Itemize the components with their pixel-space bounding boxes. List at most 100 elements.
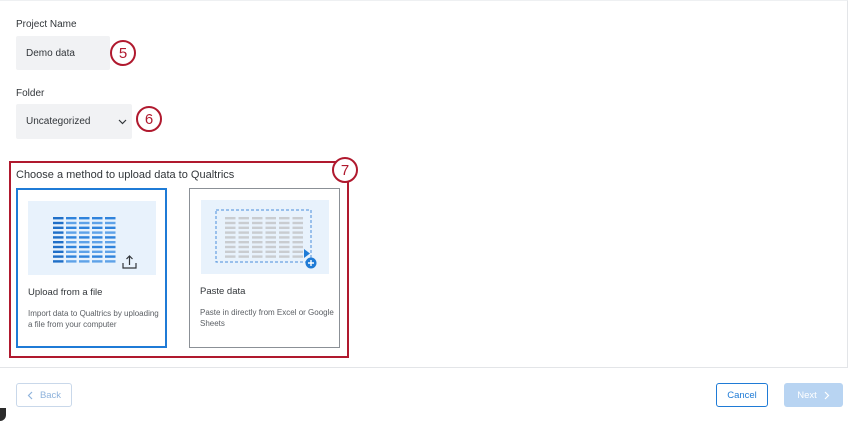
cell-bar — [225, 236, 236, 239]
cell-bar — [79, 221, 90, 225]
cell-bar — [66, 226, 77, 229]
cell-bar — [252, 221, 263, 225]
cell-bar — [79, 250, 90, 253]
paste-card-title: Paste data — [200, 286, 246, 297]
cell-bar — [279, 217, 290, 220]
cancel-button[interactable]: Cancel — [716, 383, 768, 407]
cell-bar — [238, 217, 249, 220]
cell-bar — [66, 255, 77, 258]
cell-bar — [265, 255, 276, 258]
cell-bar — [225, 250, 236, 253]
cell-bar — [53, 221, 64, 225]
cell-bar — [66, 245, 77, 249]
cell-bar — [252, 241, 263, 244]
cell-bar — [105, 236, 116, 239]
paste-card-description: Paste in directly from Excel or Google S… — [200, 308, 334, 328]
cell-bar — [279, 241, 290, 244]
upload-card-title: Upload from a file — [28, 287, 103, 298]
cell-bar — [92, 241, 103, 244]
cell-bar — [238, 221, 249, 225]
next-button[interactable]: Next — [784, 383, 843, 407]
cell-bar — [252, 236, 263, 239]
cell-bar — [225, 217, 236, 220]
upload-file-illustration — [53, 217, 137, 269]
paste-data-illustration — [215, 209, 317, 269]
cell-bar — [92, 226, 103, 229]
cell-bar — [105, 250, 116, 253]
upload-from-file-card[interactable]: Upload from a file Import data to Qualtr… — [16, 188, 167, 348]
cell-bar — [238, 226, 249, 229]
cell-bar — [79, 226, 90, 229]
cell-bar — [279, 221, 290, 225]
folder-label: Folder — [16, 88, 45, 99]
cell-bar — [79, 245, 90, 249]
cell-bar — [105, 241, 116, 244]
cell-bar — [92, 217, 103, 220]
cell-bar — [92, 255, 103, 258]
callout-5: 5 — [110, 40, 136, 66]
cell-bar — [252, 250, 263, 253]
cell-bar — [265, 226, 276, 229]
cell-bar — [279, 236, 290, 239]
cell-bar — [238, 241, 249, 244]
callout-6: 6 — [136, 106, 162, 132]
cell-bar — [279, 255, 290, 258]
cell-bar — [265, 236, 276, 239]
cell-bar — [105, 231, 116, 234]
cell-bar — [292, 241, 303, 244]
cell-bar — [92, 260, 103, 263]
cell-bar — [66, 236, 77, 239]
cell-bar — [105, 255, 116, 258]
cell-bar — [92, 221, 103, 225]
cell-bar — [252, 217, 263, 220]
cell-bar — [53, 231, 64, 234]
cell-bar — [292, 236, 303, 239]
cell-bar — [292, 221, 303, 225]
cell-bar — [79, 231, 90, 234]
cell-bar — [79, 236, 90, 239]
upload-card-description: Import data to Qualtrics by uploading a … — [28, 309, 159, 329]
cell-bar — [105, 217, 116, 220]
cell-bar — [292, 245, 303, 249]
cell-bar — [279, 245, 290, 249]
cell-bar — [79, 217, 90, 220]
cell-bar — [53, 217, 64, 220]
add-circle-icon — [305, 257, 317, 269]
folder-select[interactable]: Uncategorized — [16, 104, 132, 139]
cell-bar — [225, 231, 236, 234]
paste-data-card[interactable]: Paste data Paste in directly from Excel … — [189, 188, 340, 348]
cell-bar — [66, 217, 77, 220]
cell-bar — [238, 245, 249, 249]
cell-bar — [279, 226, 290, 229]
back-button[interactable]: Back — [16, 383, 72, 407]
cell-bar — [292, 226, 303, 229]
cell-bar — [105, 221, 116, 225]
cell-bar — [79, 260, 90, 263]
callout-7: 7 — [332, 157, 358, 183]
project-name-input[interactable]: Demo data — [16, 36, 110, 70]
folder-value: Uncategorized — [26, 116, 91, 127]
cell-bar — [292, 217, 303, 220]
cell-bar — [92, 231, 103, 234]
chevron-down-icon — [118, 119, 127, 125]
cell-bar — [66, 260, 77, 263]
upload-icon — [122, 255, 137, 269]
cell-bar — [292, 255, 303, 258]
upload-section-title: Choose a method to upload data to Qualtr… — [16, 169, 235, 181]
chevron-left-icon — [27, 391, 33, 399]
cell-bar — [105, 226, 116, 229]
cell-bar — [53, 260, 64, 263]
cell-bar — [53, 226, 64, 229]
cell-bar — [53, 241, 64, 244]
cell-bar — [252, 226, 263, 229]
paste-illustration — [201, 200, 329, 274]
cell-bar — [79, 255, 90, 258]
cell-bar — [279, 250, 290, 253]
cell-bar — [265, 245, 276, 249]
cell-bar — [92, 236, 103, 239]
cell-bar — [238, 250, 249, 253]
cell-bar — [66, 241, 77, 244]
next-label: Next — [797, 389, 817, 401]
cell-bar — [66, 221, 77, 225]
cell-bar — [252, 245, 263, 249]
